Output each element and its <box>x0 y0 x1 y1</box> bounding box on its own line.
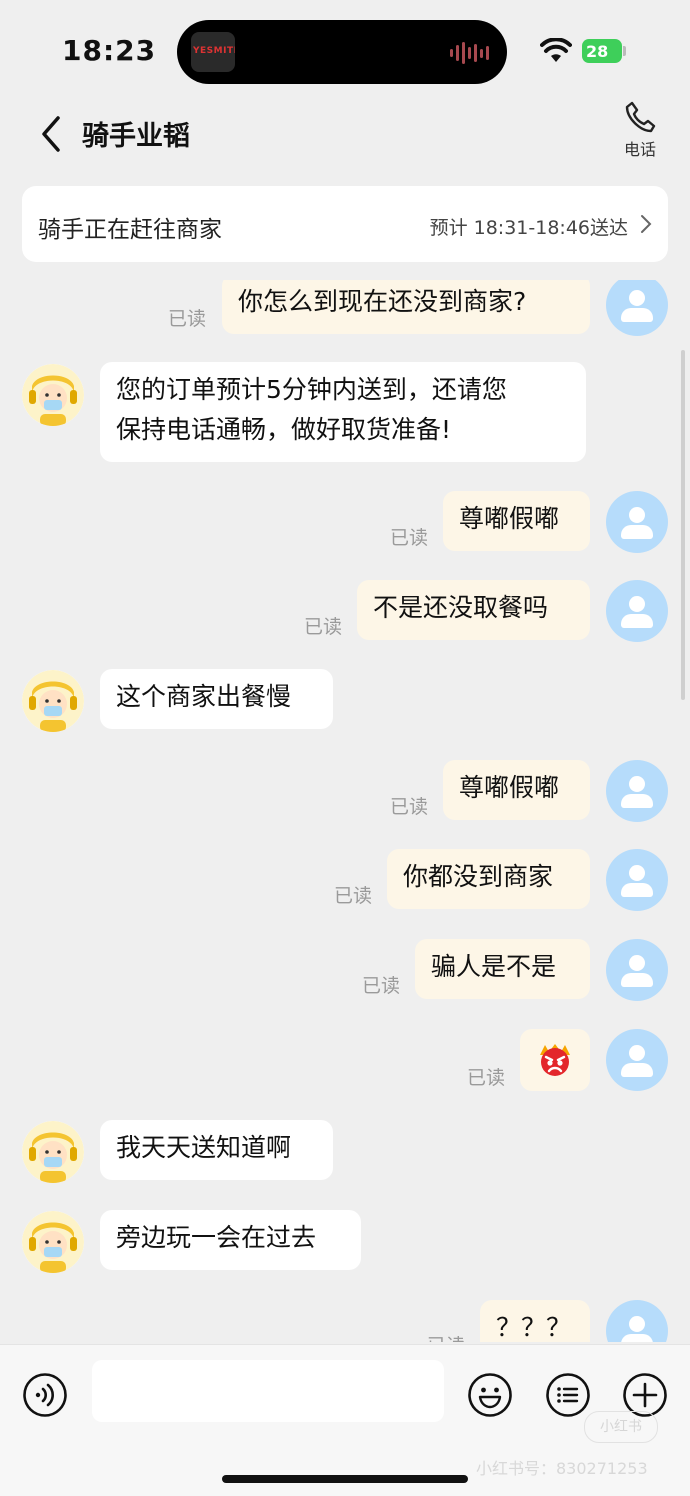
delivery-eta: 预计 18:31-18:46送达 <box>429 217 628 239</box>
message-input[interactable] <box>92 1360 444 1422</box>
delivery-status-card[interactable]: 骑手正在赶往商家 预计 18:31-18:46送达 <box>22 186 668 262</box>
status-bar: 18:23 YESMITE 28 <box>0 0 690 100</box>
rider-avatar[interactable] <box>22 1211 84 1273</box>
message-bubble-out[interactable]: 骗人是不是 <box>415 939 590 999</box>
user-avatar[interactable] <box>606 280 668 336</box>
home-indicator[interactable] <box>222 1475 468 1483</box>
wifi-icon <box>540 38 572 62</box>
rider-face-icon <box>22 1211 84 1273</box>
message-bubble-out[interactable]: 尊嘟假嘟 <box>443 491 590 551</box>
message-line: 您的订单预计5分钟内送到，还请您 <box>116 375 507 404</box>
user-avatar[interactable] <box>606 491 668 553</box>
message-bubble-in[interactable]: 这个商家出餐慢 <box>100 669 333 729</box>
input-bar: 小红书 小红书号：830271253 <box>0 1344 690 1496</box>
message-bubble-in[interactable]: 您的订单预计5分钟内送到，还请您 保持电话通畅，做好取货准备! <box>100 362 586 462</box>
message-line: 保持电话通畅，做好取货准备! <box>116 415 452 444</box>
emoji-message-bubble[interactable] <box>520 1029 590 1091</box>
message-bubble-in[interactable]: 旁边玩一会在过去 <box>100 1210 361 1270</box>
battery-tip <box>623 46 626 56</box>
message-bubble-out[interactable]: 不是还没取餐吗 <box>357 580 590 640</box>
user-avatar[interactable] <box>606 1029 668 1091</box>
message-bubble-out[interactable]: ？？？ <box>480 1300 590 1342</box>
delivery-status-text: 骑手正在赶往商家 <box>38 217 222 243</box>
phone-call-button[interactable]: 电话 <box>620 100 660 162</box>
battery-level: 28 <box>586 41 609 61</box>
read-receipt: 已读 <box>304 616 343 638</box>
rider-avatar[interactable] <box>22 364 84 426</box>
message-bubble-out[interactable]: 你都没到商家 <box>387 849 590 909</box>
dynamic-island[interactable]: YESMITE <box>177 20 507 84</box>
user-avatar[interactable] <box>606 939 668 1001</box>
watermark-logo: 小红书 <box>584 1411 658 1443</box>
rider-face-icon <box>22 1121 84 1183</box>
read-receipt: 已读 <box>390 527 429 549</box>
battery-icon: 28 <box>582 39 622 63</box>
chevron-right-icon <box>641 215 652 233</box>
phone-icon <box>625 101 656 133</box>
emoji-icon[interactable] <box>467 1372 513 1418</box>
now-playing-artwork: YESMITE <box>191 32 235 72</box>
read-receipt: 已读 <box>390 796 429 818</box>
rider-avatar[interactable] <box>22 1121 84 1183</box>
read-receipt: 已读 <box>168 308 207 330</box>
chat-list[interactable]: 已读 你怎么到现在还没到商家? 您的订单预计5分钟内送到，还请您 保持电话通畅，… <box>0 280 690 1342</box>
phone-label: 电话 <box>623 140 656 159</box>
angry-face-icon <box>540 1044 570 1076</box>
user-avatar[interactable] <box>606 849 668 911</box>
message-bubble-out[interactable]: 你怎么到现在还没到商家? <box>222 280 590 334</box>
rider-face-icon <box>22 364 84 426</box>
user-avatar[interactable] <box>606 580 668 642</box>
quick-reply-list-icon[interactable] <box>545 1372 591 1418</box>
rider-face-icon <box>22 670 84 732</box>
chat-title: 骑手业韬 <box>82 121 190 152</box>
audio-wave-icon <box>450 42 489 64</box>
user-avatar[interactable] <box>606 1300 668 1342</box>
read-receipt: 已读 <box>334 885 373 907</box>
message-bubble-out[interactable]: 尊嘟假嘟 <box>443 760 590 820</box>
rider-avatar[interactable] <box>22 670 84 732</box>
back-chevron-icon[interactable] <box>36 114 72 154</box>
read-receipt: 已读 <box>427 1331 465 1342</box>
voice-input-icon[interactable] <box>22 1372 68 1418</box>
status-time: 18:23 <box>62 34 157 67</box>
scrollbar[interactable] <box>681 350 685 700</box>
user-avatar[interactable] <box>606 760 668 822</box>
message-bubble-in[interactable]: 我天天送知道啊 <box>100 1120 333 1180</box>
artwork-text: YESMITE <box>193 46 235 56</box>
read-receipt: 已读 <box>362 975 401 997</box>
watermark-text: 小红书号：830271253 <box>476 1459 648 1478</box>
read-receipt: 已读 <box>467 1067 506 1089</box>
